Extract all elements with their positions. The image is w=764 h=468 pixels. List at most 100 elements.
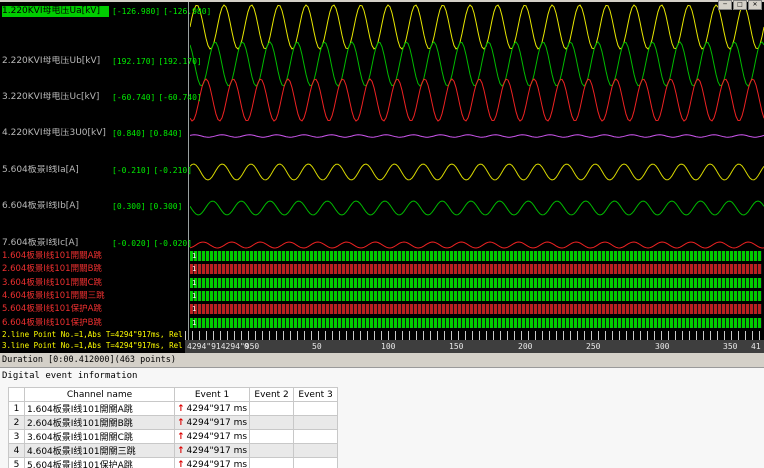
time-tick-label: 250 — [586, 342, 601, 351]
event-table-header-row: Channel name Event 1 Event 2 Event 3 — [8, 387, 339, 402]
waveform-trace — [190, 134, 764, 138]
rising-edge-icon: ↑ — [177, 445, 185, 456]
event-time: 4294"917 ms — [186, 417, 248, 428]
event-row-number: 1 — [8, 401, 25, 416]
event-row[interactable]: 1 1.604板景Ⅰ线101開關A跳 ↑ 4294"917 ms — [8, 401, 339, 416]
event-time-3 — [293, 415, 339, 430]
analog-channel-row[interactable]: 5.604板景Ⅰ线Ia[A] [-0.210] [-0.210] — [2, 165, 212, 176]
analog-channel-value-2: [0.840] — [148, 129, 183, 138]
analog-waveform-plot[interactable] — [190, 2, 764, 252]
digital-event-panel: Digital event information Channel name E… — [0, 367, 764, 468]
analog-channel-row[interactable]: 7.604板景Ⅰ线Ic[A] [-0.020] [-0.020] — [2, 238, 212, 249]
event-time-3 — [293, 457, 339, 468]
waveform-trace — [190, 163, 764, 181]
analog-channel-row[interactable]: 4.220KVⅠ母电压3U0[kV] [0.840] [0.840] — [2, 128, 212, 139]
event-row-number: 4 — [8, 443, 25, 458]
analog-channel-label[interactable]: 1.220KVⅠ母电压Ua[kV] — [2, 6, 109, 17]
event-channel-name: 5.604板景Ⅰ线101保护A跳 — [24, 457, 175, 468]
event-time-2 — [249, 415, 295, 430]
analog-channel-value-1: [192.170] — [112, 57, 156, 66]
analog-channel-row[interactable]: 1.220KVⅠ母电压Ua[kV] [-126.980] [-126.980] — [2, 6, 212, 17]
event-time: 4294"917 ms — [186, 431, 248, 442]
analog-channel-value-1: [-60.740] — [112, 93, 156, 102]
digital-state-value: 1 — [192, 319, 197, 327]
event-time-3 — [293, 429, 339, 444]
maximize-button[interactable]: □ — [733, 0, 747, 10]
analog-channel-value-2: [192.170] — [158, 57, 202, 66]
analog-channel-row[interactable]: 2.220KVⅠ母电压Ub[kV] [192.170] [192.170] — [2, 56, 212, 67]
digital-state-bar: 1 — [190, 251, 762, 261]
digital-channel-label[interactable]: 4.604板景Ⅰ线101開關三跳 — [2, 291, 188, 302]
analog-channel-label[interactable]: 7.604板景Ⅰ线Ic[A] — [2, 238, 109, 249]
analog-channel-value-2: [0.300] — [148, 202, 183, 211]
analog-channel-label[interactable]: 4.220KVⅠ母电压3U0[kV] — [2, 128, 109, 139]
analog-channel-value-1: [0.300] — [112, 202, 146, 211]
analog-channel-label[interactable]: 2.220KVⅠ母电压Ub[kV] — [2, 56, 109, 67]
col-row-number — [8, 387, 25, 402]
time-tick-label: 50 — [312, 342, 322, 351]
digital-state-value: 1 — [192, 279, 197, 287]
minimize-button[interactable]: ─ — [718, 0, 732, 10]
event-channel-name: 2.604板景Ⅰ线101開關B跳 — [24, 415, 175, 430]
event-channel-name: 4.604板景Ⅰ线101開關三跳 — [24, 443, 175, 458]
analog-channel-value-1: [0.840] — [112, 129, 146, 138]
waveform-panel: 1.220KVⅠ母电压Ua[kV] [-126.980] [-126.980] 2.… — [0, 2, 764, 353]
analog-channel-row[interactable]: 6.604板景Ⅰ线Ib[A] [0.300] [0.300] — [2, 201, 212, 212]
time-tick-label: 150 — [449, 342, 464, 351]
digital-channel-label[interactable]: 3.604板景Ⅰ线101開關C跳 — [2, 278, 188, 289]
rising-edge-icon: ↑ — [177, 417, 185, 428]
event-time: 4294"917 ms — [186, 445, 248, 456]
analog-channel-label[interactable]: 5.604板景Ⅰ线Ia[A] — [2, 165, 109, 176]
col-event-3: Event 3 — [293, 387, 339, 402]
analog-channel-label[interactable]: 6.604板景Ⅰ线Ib[A] — [2, 201, 109, 212]
analog-channel-value-2: [-0.210] — [153, 166, 193, 175]
event-row-number: 2 — [8, 415, 25, 430]
analog-channel-value-2: [-60.740] — [158, 93, 202, 102]
analog-channel-value-2: [-0.020] — [153, 239, 193, 248]
event-row-number: 5 — [8, 457, 25, 468]
rising-edge-icon: ↑ — [177, 431, 185, 442]
event-time-3 — [293, 401, 339, 416]
time-tick-label: 0 — [244, 342, 249, 351]
close-button[interactable]: ✕ — [748, 0, 762, 10]
col-event-1: Event 1 — [173, 387, 251, 402]
digital-channel-label[interactable]: 1.604板景Ⅰ线101開關A跳 — [2, 251, 188, 262]
duration-readout: Duration [0:00.412000](463 points) — [2, 355, 176, 365]
digital-channel-label[interactable]: 2.604板景Ⅰ线101開關B跳 — [2, 264, 188, 275]
event-table: Channel name Event 1 Event 2 Event 3 1 1… — [8, 387, 339, 468]
event-row-number: 3 — [8, 429, 25, 444]
waveform-trace — [190, 41, 764, 87]
event-row[interactable]: 3 3.604板景Ⅰ线101開關C跳 ↑ 4294"917 ms — [8, 429, 339, 444]
fault-recorder-window: ─ □ ✕ 1.220KVⅠ母电压Ua[kV] [-126.980] [-126.9… — [0, 0, 764, 468]
event-row[interactable]: 2 2.604板景Ⅰ线101開關B跳 ↑ 4294"917 ms — [8, 415, 339, 430]
event-channel-name: 3.604板景Ⅰ线101開關C跳 — [24, 429, 175, 444]
digital-state-value: 1 — [192, 305, 197, 313]
digital-state-value: 1 — [192, 252, 197, 260]
analog-channel-row[interactable]: 3.220KVⅠ母电压Uc[kV] [-60.740] [-60.740] — [2, 92, 212, 103]
col-channel-name: Channel name — [24, 387, 175, 402]
waveform-trace — [190, 78, 764, 122]
event-time-3 — [293, 443, 339, 458]
time-tick-label: 300 — [655, 342, 670, 351]
time-tick-label: 41 — [751, 342, 761, 351]
digital-state-bar: 1 — [190, 318, 762, 328]
event-time-2 — [249, 429, 295, 444]
cursor-status-line-2: 2.line Point No.=1,Abs T=4294"917ms, Rel… — [2, 330, 186, 339]
rising-edge-icon: ↑ — [177, 403, 185, 414]
event-row[interactable]: 5 5.604板景Ⅰ线101保护A跳 ↑ 4294"917 ms — [8, 457, 339, 468]
col-event-2: Event 2 — [249, 387, 295, 402]
time-tick-label: 100 — [381, 342, 396, 351]
waveform-trace — [190, 241, 764, 249]
digital-channel-label[interactable]: 6.604板景Ⅰ线101保护B跳 — [2, 318, 188, 329]
rising-edge-icon: ↑ — [177, 459, 185, 468]
analog-channel-value-1: [-0.210] — [112, 166, 151, 175]
time-axis: 4294"914294"950 0 50 100 150 200 250 300… — [185, 340, 764, 353]
event-row[interactable]: 4 4.604板景Ⅰ线101開關三跳 ↑ 4294"917 ms — [8, 443, 339, 458]
analog-channel-value-1: [-0.020] — [112, 239, 151, 248]
time-tick-label: 350 — [723, 342, 738, 351]
digital-channel-label[interactable]: 5.604板景Ⅰ线101保护A跳 — [2, 304, 188, 315]
digital-state-bar: 1 — [190, 304, 762, 314]
analog-channel-label[interactable]: 3.220KVⅠ母电压Uc[kV] — [2, 92, 109, 103]
event-time-2 — [249, 443, 295, 458]
analog-channel-value-2: [-126.980] — [163, 7, 212, 16]
